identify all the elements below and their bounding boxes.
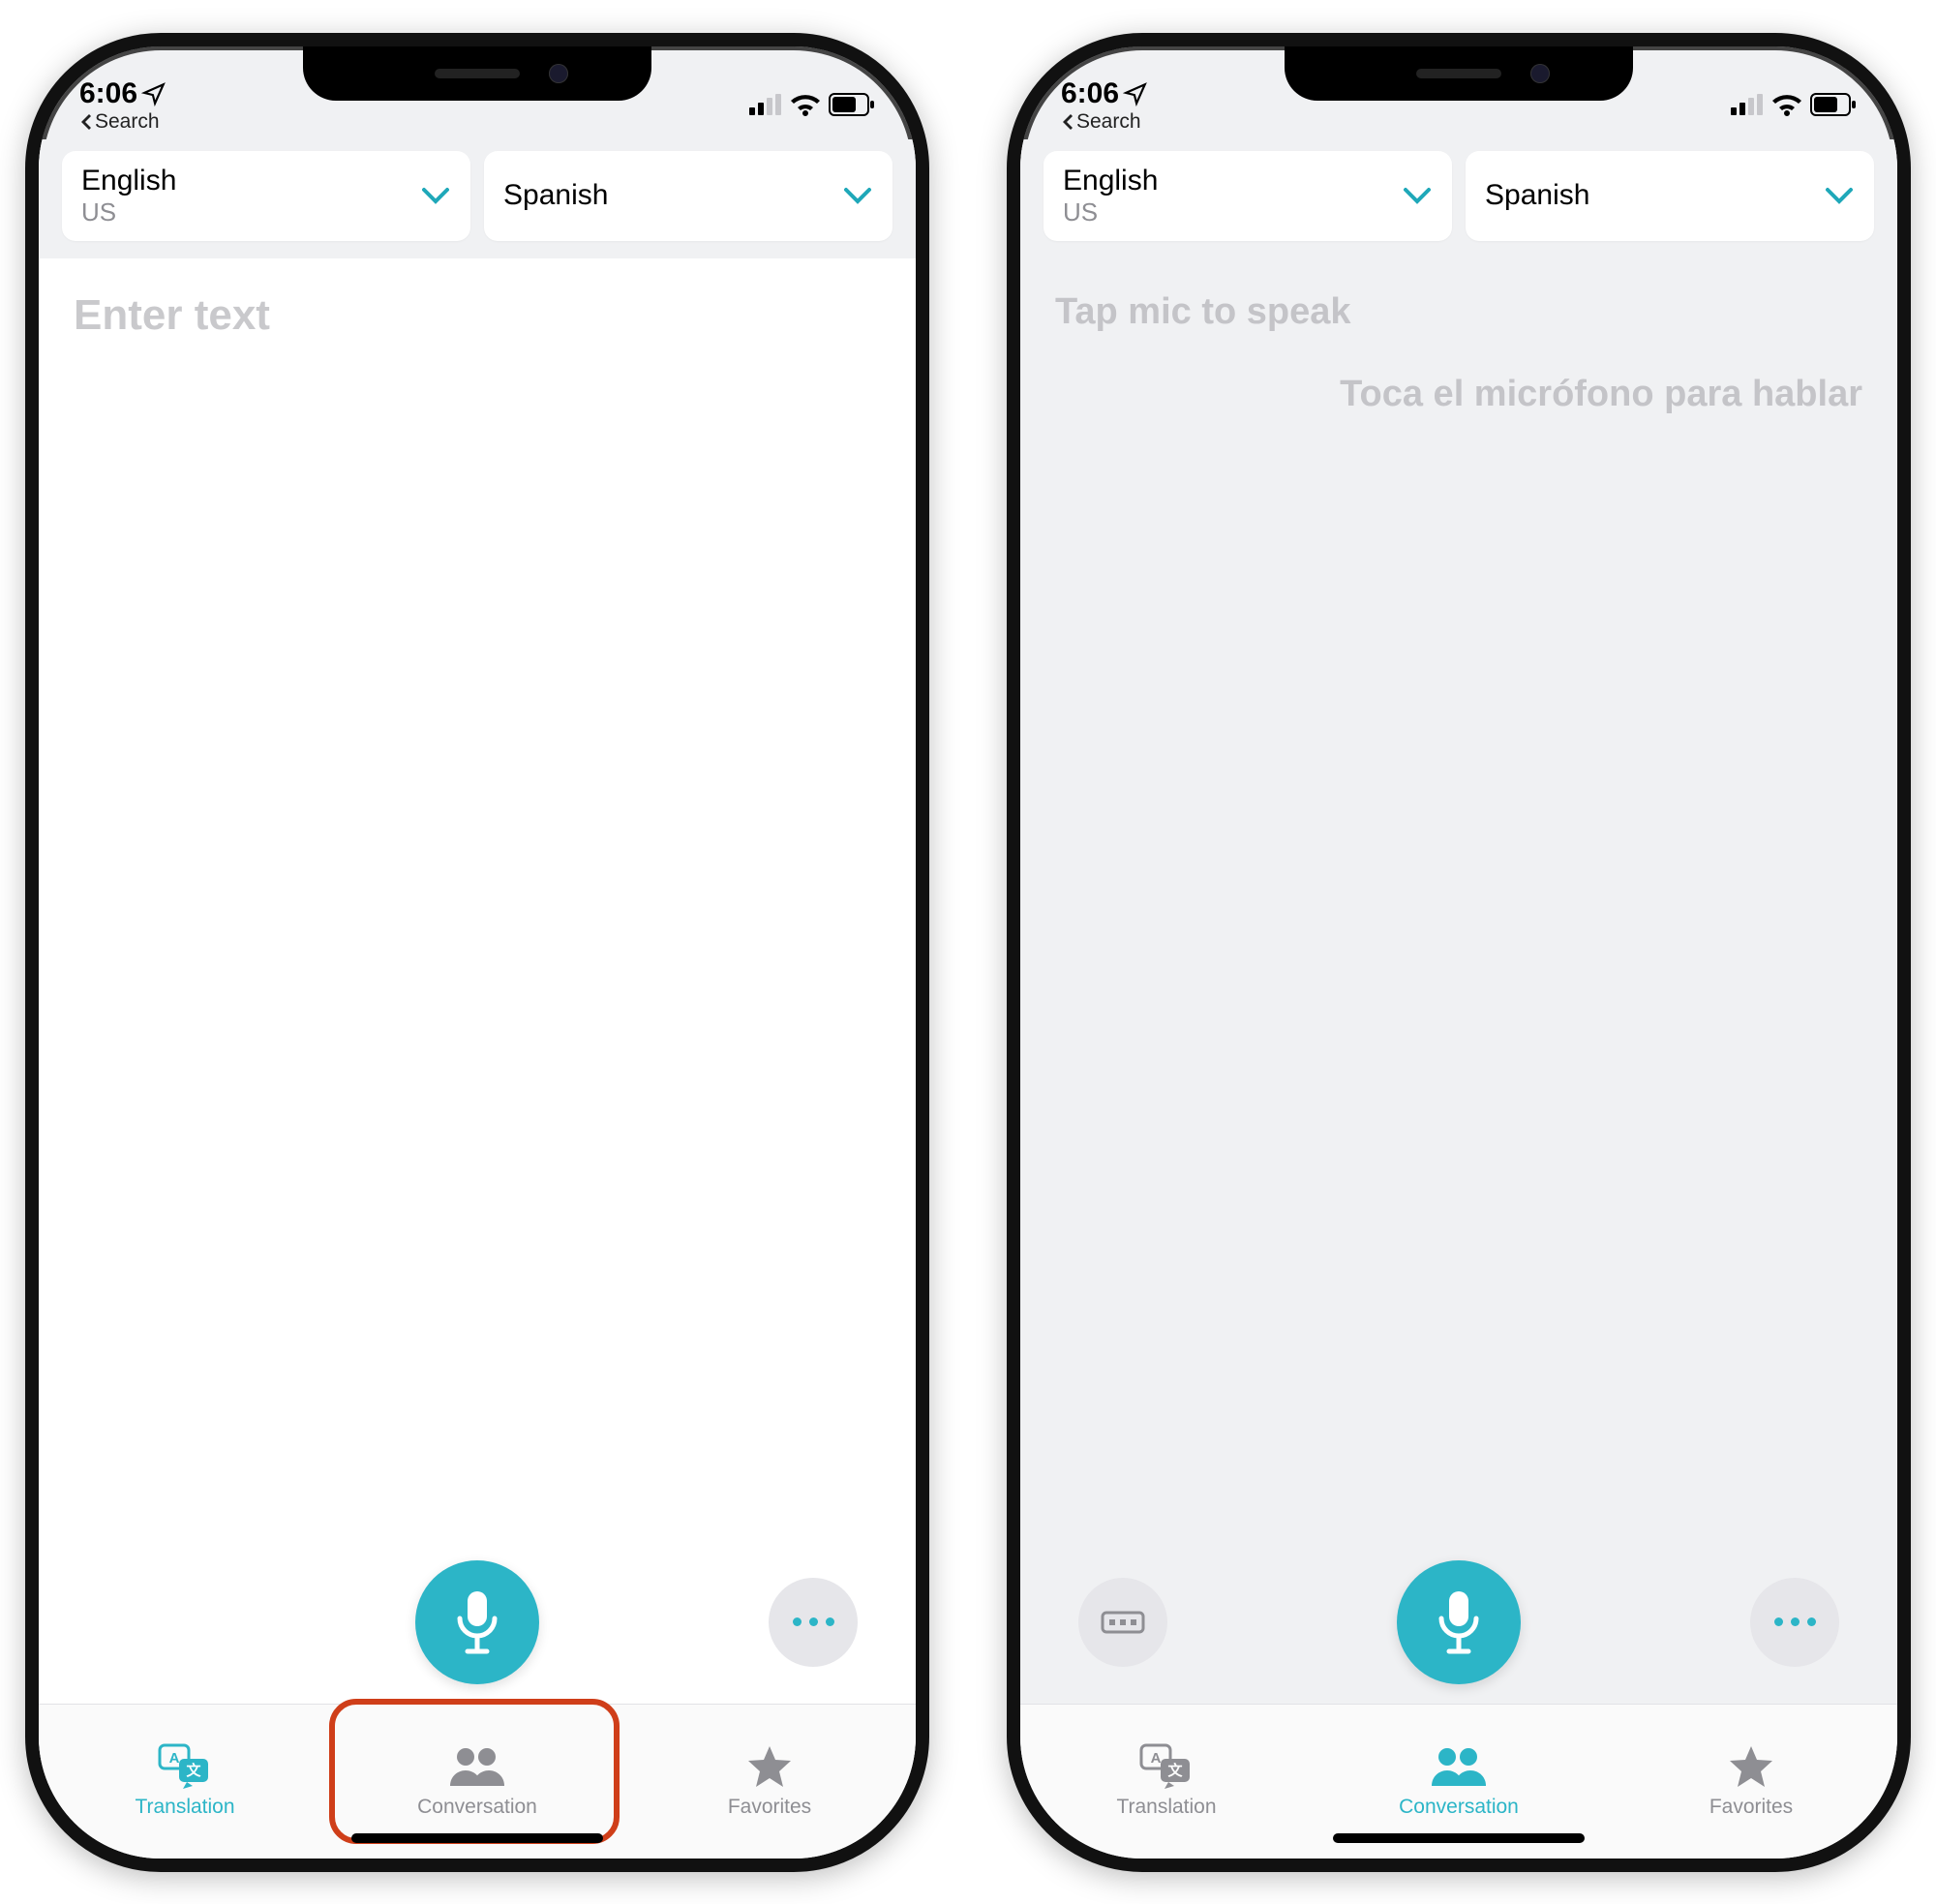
- battery-icon: [1810, 93, 1857, 116]
- tab-conversation-label: Conversation: [417, 1796, 537, 1819]
- conversation-icon: [1430, 1743, 1488, 1790]
- wifi-icon: [1771, 93, 1802, 116]
- volume-down-button: [25, 511, 27, 608]
- cellular-icon: [1731, 94, 1764, 115]
- back-label: Search: [95, 110, 160, 134]
- svg-text:A: A: [1151, 1750, 1162, 1767]
- microphone-button[interactable]: [1397, 1560, 1521, 1684]
- home-indicator[interactable]: [351, 1833, 603, 1843]
- language-source-picker[interactable]: English US: [1044, 151, 1452, 241]
- chevron-down-icon: [1824, 186, 1855, 205]
- volume-up-button: [25, 395, 27, 492]
- language-row: English US Spanish: [1020, 139, 1897, 258]
- volume-up-button: [1007, 395, 1009, 492]
- conversation-area: Tap mic to speak Toca el micrófono para …: [1020, 258, 1897, 1541]
- language-target-name: Spanish: [1485, 179, 1589, 212]
- back-chevron-icon: [1061, 114, 1074, 130]
- svg-text:文: 文: [1167, 1762, 1183, 1779]
- action-row: [39, 1541, 916, 1704]
- tab-favorites-label: Favorites: [728, 1796, 811, 1819]
- tab-translation-label: Translation: [1116, 1796, 1216, 1819]
- language-target-picker[interactable]: Spanish: [484, 151, 892, 241]
- action-row: [1020, 1541, 1897, 1704]
- notch: [303, 46, 651, 101]
- phone-left: 6:06 Search English US: [25, 33, 929, 1872]
- microphone-icon: [452, 1589, 502, 1655]
- battery-icon: [829, 93, 875, 116]
- silence-switch: [1007, 298, 1009, 347]
- phone-right: 6:06 Search English US: [1007, 33, 1911, 1872]
- silence-switch: [25, 298, 27, 347]
- language-target-name: Spanish: [503, 179, 608, 212]
- cellular-icon: [749, 94, 782, 115]
- tab-translation[interactable]: A文 Translation: [1020, 1705, 1313, 1859]
- power-button: [927, 434, 929, 589]
- tab-favorites[interactable]: Favorites: [1605, 1705, 1897, 1859]
- language-source-region: US: [1063, 197, 1158, 227]
- status-time: 6:06: [1061, 77, 1119, 110]
- tab-favorites-label: Favorites: [1709, 1796, 1793, 1819]
- more-options-button[interactable]: [1750, 1578, 1839, 1667]
- language-source-name: English: [81, 165, 176, 197]
- translation-icon: A文: [158, 1743, 212, 1790]
- language-row: English US Spanish: [39, 139, 916, 258]
- back-label: Search: [1076, 110, 1141, 134]
- tab-translation[interactable]: A文 Translation: [39, 1705, 331, 1859]
- translation-icon: A文: [1139, 1743, 1194, 1790]
- language-source-picker[interactable]: English US: [62, 151, 470, 241]
- ellipsis-icon: [793, 1617, 834, 1626]
- microphone-button[interactable]: [415, 1560, 539, 1684]
- ellipsis-icon: [1774, 1617, 1816, 1626]
- notch: [1285, 46, 1633, 101]
- microphone-icon: [1434, 1589, 1484, 1655]
- language-source-region: US: [81, 197, 176, 227]
- tab-translation-label: Translation: [135, 1796, 234, 1819]
- back-to-search[interactable]: Search: [79, 110, 166, 134]
- star-icon: [1728, 1743, 1774, 1790]
- home-indicator[interactable]: [1333, 1833, 1585, 1843]
- chevron-down-icon: [842, 186, 873, 205]
- conversation-hint-target: Toca el micrófono para hablar: [1055, 374, 1862, 415]
- status-time: 6:06: [79, 77, 137, 110]
- location-icon: [1123, 81, 1148, 106]
- volume-down-button: [1007, 511, 1009, 608]
- back-chevron-icon: [79, 114, 93, 130]
- tab-favorites[interactable]: Favorites: [623, 1705, 916, 1859]
- conversation-icon: [448, 1743, 506, 1790]
- svg-text:A: A: [169, 1750, 180, 1767]
- tab-conversation-label: Conversation: [1399, 1796, 1519, 1819]
- more-options-button[interactable]: [769, 1578, 858, 1667]
- chevron-down-icon: [420, 186, 451, 205]
- language-target-picker[interactable]: Spanish: [1466, 151, 1874, 241]
- keyboard-input-button[interactable]: [1078, 1578, 1167, 1667]
- svg-text:文: 文: [186, 1762, 201, 1779]
- enter-text-placeholder: Enter text: [74, 291, 881, 340]
- power-button: [1909, 434, 1911, 589]
- language-source-name: English: [1063, 165, 1158, 197]
- wifi-icon: [790, 93, 821, 116]
- location-icon: [141, 81, 166, 106]
- text-entry-area[interactable]: Enter text: [39, 258, 916, 1541]
- back-to-search[interactable]: Search: [1061, 110, 1148, 134]
- star-icon: [746, 1743, 793, 1790]
- chevron-down-icon: [1402, 186, 1433, 205]
- keyboard-icon: [1101, 1607, 1145, 1638]
- conversation-hint-source: Tap mic to speak: [1055, 291, 1862, 333]
